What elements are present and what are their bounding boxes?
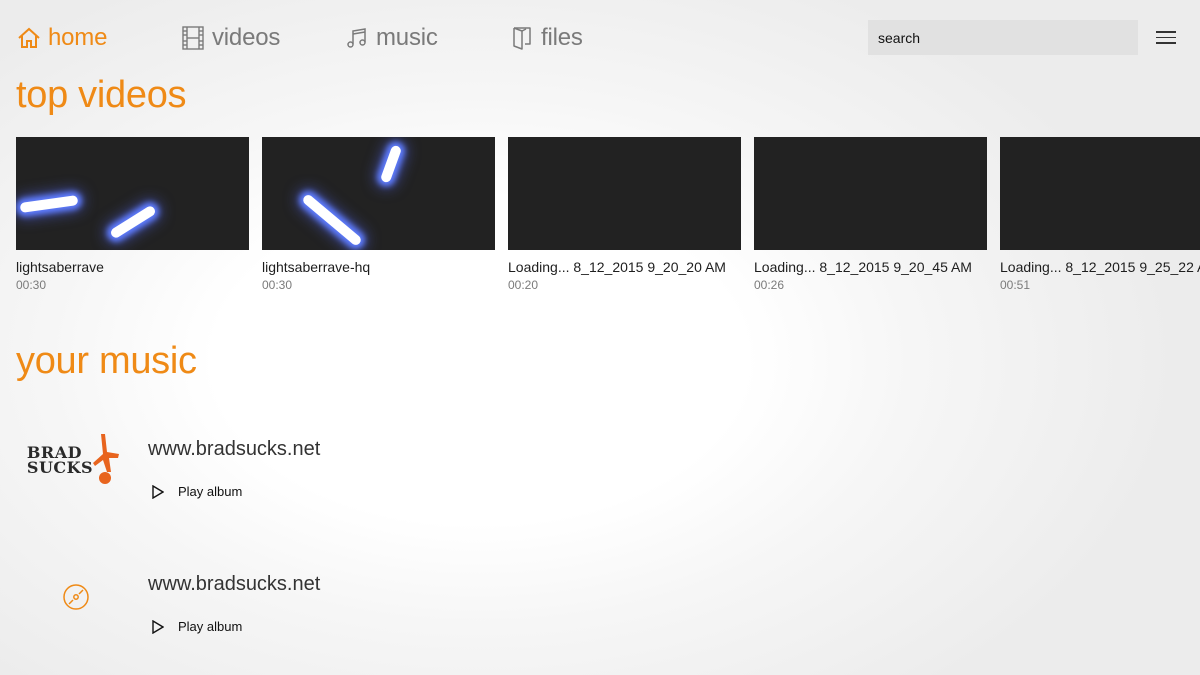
- album-item: www.bradsucks.net Play album: [0, 555, 600, 665]
- brad-sucks-logo: BRAD SUCKS: [16, 425, 136, 495]
- play-album-label: Play album: [178, 484, 243, 499]
- play-icon: [152, 619, 164, 634]
- video-thumbnail: [16, 137, 249, 250]
- album-item: BRAD SUCKS www.bradsucks.net Play album: [0, 420, 600, 530]
- nav-item-home[interactable]: home: [16, 20, 107, 56]
- video-title: lightsaberrave-hq: [262, 259, 371, 275]
- disc-icon: [16, 562, 136, 632]
- nav-label: home: [48, 24, 108, 51]
- film-icon: [180, 25, 206, 51]
- play-album-button[interactable]: Play album: [152, 619, 242, 634]
- video-card[interactable]: lightsaberrave-hq 00:30: [262, 137, 495, 292]
- logo-text: SUCKS: [26, 458, 94, 477]
- play-album-label: Play album: [178, 619, 243, 634]
- nav-item-music[interactable]: music: [344, 20, 438, 56]
- video-card[interactable]: Loading... 8_12_2015 9_20_20 AM 00:20: [508, 137, 741, 292]
- search-input[interactable]: [868, 20, 1138, 55]
- album-name: www.bradsucks.net: [148, 438, 321, 460]
- play-icon: [152, 484, 164, 499]
- video-card[interactable]: lightsaberrave 00:30: [16, 137, 249, 292]
- falling-man-icon: [93, 434, 120, 484]
- video-duration: 00:30: [262, 278, 293, 292]
- home-icon: [16, 25, 42, 51]
- nav-label: videos: [212, 24, 281, 51]
- section-title-top-videos: top videos: [16, 74, 187, 116]
- folder-icon: [509, 25, 535, 51]
- nav-label: files: [541, 24, 583, 51]
- video-duration: 00:20: [508, 278, 539, 292]
- nav-item-videos[interactable]: videos: [180, 20, 280, 56]
- video-title: Loading... 8_12_2015 9_20_45 AM: [754, 259, 972, 275]
- music-note-icon: [344, 25, 370, 51]
- video-card[interactable]: Loading... 8_12_2015 9_25_22 AM 00:51: [1000, 137, 1200, 292]
- section-title-your-music: your music: [16, 340, 197, 382]
- play-album-button[interactable]: Play album: [152, 484, 242, 499]
- nav-item-files[interactable]: files: [509, 20, 583, 56]
- album-name: www.bradsucks.net: [148, 573, 321, 595]
- nav-label: music: [376, 24, 438, 51]
- video-duration: 00:26: [754, 278, 785, 292]
- video-duration: 00:51: [1000, 278, 1031, 292]
- video-duration: 00:30: [16, 278, 47, 292]
- video-thumbnail: [1000, 137, 1200, 250]
- hamburger-menu-icon[interactable]: [1156, 28, 1176, 46]
- video-thumbnail: [508, 137, 741, 250]
- video-card[interactable]: Loading... 8_12_2015 9_20_45 AM 00:26: [754, 137, 987, 292]
- video-thumbnail: [262, 137, 495, 250]
- video-thumbnail: [754, 137, 987, 250]
- video-title: lightsaberrave: [16, 259, 104, 275]
- video-title: Loading... 8_12_2015 9_25_22 AM: [1000, 259, 1200, 275]
- video-title: Loading... 8_12_2015 9_20_20 AM: [508, 259, 726, 275]
- video-list: lightsaberrave 00:30 lightsaberrave-hq 0…: [16, 137, 1200, 307]
